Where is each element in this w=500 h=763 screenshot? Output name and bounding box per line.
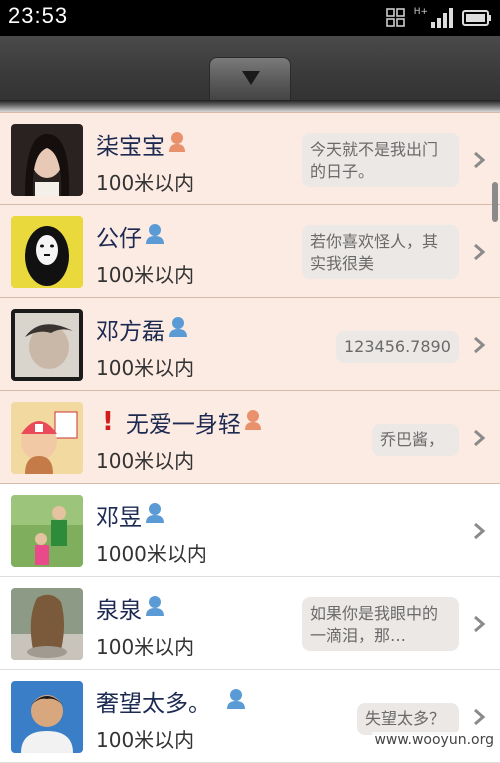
user-name: 无爱一身轻 <box>125 412 241 438</box>
female-icon <box>243 409 263 435</box>
chevron-right-icon <box>474 429 486 447</box>
grid-icon <box>385 8 405 27</box>
male-icon <box>144 595 166 621</box>
user-name: 泉泉 <box>96 598 142 624</box>
user-name: 邓方磊 <box>96 319 165 345</box>
signature-bubble: 失望太多？ <box>357 703 459 735</box>
network-type-label: H+ <box>413 7 428 17</box>
signature-bubble: 123456.7890 <box>336 331 459 363</box>
signature-bubble: 今天就不是我出门的日子。 <box>302 133 459 187</box>
list-item[interactable]: 邓昱 1000米以内 <box>0 484 500 577</box>
list-item[interactable]: 邓方磊 100米以内 123456.7890 <box>0 298 500 391</box>
status-time: 23:53 <box>8 3 69 28</box>
chevron-right-icon <box>474 522 486 540</box>
name-line: 柒宝宝 <box>96 127 187 161</box>
female-icon <box>167 131 187 157</box>
chevron-right-icon <box>474 336 486 354</box>
battery-icon <box>462 10 491 26</box>
list-item[interactable]: 奢望太多。 100米以内 失望太多？ <box>0 670 500 763</box>
list-item[interactable]: ! 无爱一身轻 100米以内 乔巴酱， <box>0 391 500 484</box>
distance-label: 100米以内 <box>96 449 195 473</box>
distance-label: 100米以内 <box>96 635 195 659</box>
status-icons: H+ <box>385 6 492 30</box>
avatar <box>11 681 83 753</box>
triangle-down-icon <box>242 71 260 85</box>
top-bar <box>0 36 500 100</box>
distance-label: 1000米以内 <box>96 542 207 566</box>
list-item[interactable]: 柒宝宝 100米以内 今天就不是我出门的日子。 <box>0 112 500 205</box>
name-line: 奢望太多。 <box>96 684 247 718</box>
chevron-right-icon <box>474 243 486 261</box>
avatar <box>11 495 83 567</box>
name-line: 泉泉 <box>96 591 166 625</box>
top-bar-shadow <box>0 100 500 112</box>
avatar <box>11 216 83 288</box>
chevron-right-icon <box>474 151 486 169</box>
male-icon <box>167 316 189 342</box>
avatar <box>11 402 83 474</box>
status-bar: 23:53 H+ <box>0 0 500 36</box>
nearby-user-list: 柒宝宝 100米以内 今天就不是我出门的日子。 公仔 100米以内 若你喜欢怪人… <box>0 112 500 763</box>
avatar <box>11 309 83 381</box>
avatar <box>11 588 83 660</box>
name-line: 公仔 <box>96 219 166 253</box>
signal-icon <box>431 8 453 28</box>
avatar <box>11 124 83 196</box>
user-name: 邓昱 <box>96 505 142 531</box>
user-name: 柒宝宝 <box>96 134 165 160</box>
name-line: ! 无爱一身轻 <box>96 405 263 439</box>
distance-label: 100米以内 <box>96 728 195 752</box>
signature-bubble: 若你喜欢怪人，其实我很美 <box>302 225 459 279</box>
distance-label: 100米以内 <box>96 356 195 380</box>
signature-bubble: 如果你是我眼中的一滴泪，那… <box>302 597 459 651</box>
watermark: www.wooyun.org <box>372 732 496 748</box>
name-line: 邓方磊 <box>96 312 189 346</box>
user-name: 公仔 <box>96 226 142 252</box>
signature-bubble: 乔巴酱， <box>372 424 459 456</box>
scrollbar-thumb[interactable] <box>492 182 498 222</box>
male-icon <box>225 688 247 714</box>
list-item[interactable]: 泉泉 100米以内 如果你是我眼中的一滴泪，那… <box>0 577 500 670</box>
chevron-right-icon <box>474 615 486 633</box>
list-item[interactable]: 公仔 100米以内 若你喜欢怪人，其实我很美 <box>0 205 500 298</box>
chevron-right-icon <box>474 708 486 726</box>
alert-icon: ! <box>102 407 114 437</box>
distance-label: 100米以内 <box>96 171 195 195</box>
user-name: 奢望太多。 <box>96 691 211 717</box>
name-line: 邓昱 <box>96 498 166 532</box>
pull-down-tab[interactable] <box>209 57 291 100</box>
male-icon <box>144 223 166 249</box>
distance-label: 100米以内 <box>96 263 195 287</box>
male-icon <box>144 502 166 528</box>
